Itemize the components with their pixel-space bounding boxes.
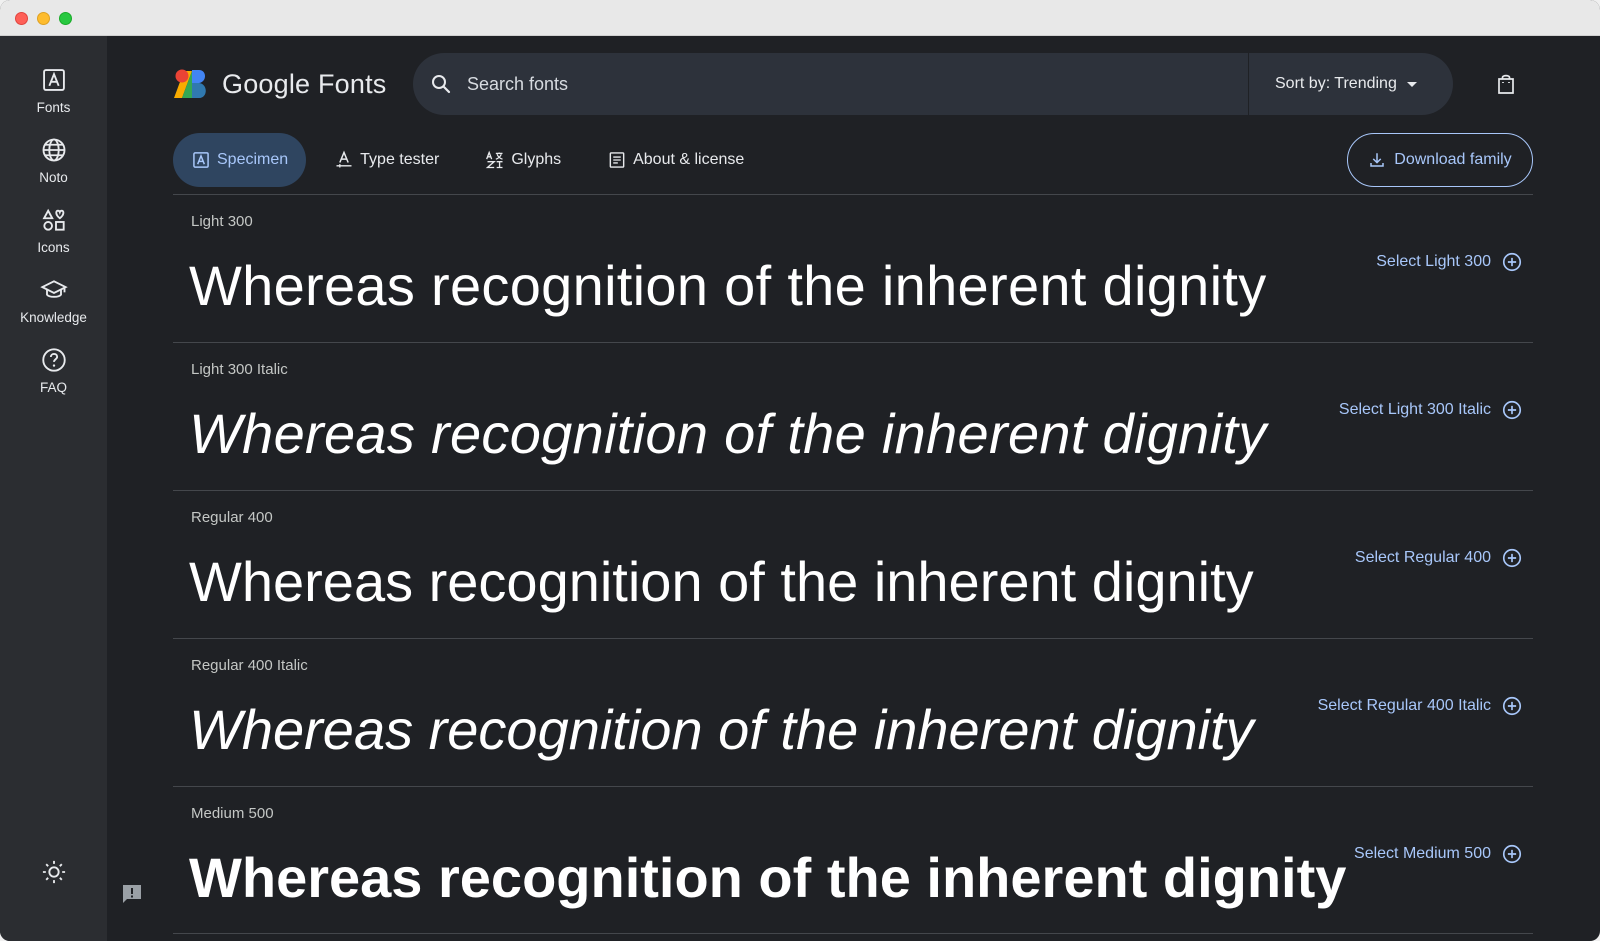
select-style-label: Select Regular 400 bbox=[1354, 549, 1491, 566]
search-icon bbox=[432, 75, 451, 94]
style-row: Light 300 Italic Whereas recognition of … bbox=[173, 342, 1533, 490]
select-style-button[interactable]: Select Medium 500 bbox=[1354, 843, 1523, 865]
select-style-button[interactable]: Select Light 300 Italic bbox=[1339, 399, 1523, 421]
rail-item-label: Fonts bbox=[36, 100, 71, 115]
specimen-text[interactable]: Whereas recognition of the inherent dign… bbox=[189, 845, 1346, 910]
app-window: Fonts Noto Icons Knowledge FAQ Google Fo… bbox=[0, 0, 1600, 941]
select-style-button[interactable]: Select Regular 400 Italic bbox=[1318, 695, 1523, 717]
specimen-text[interactable]: Whereas recognition of the inherent dign… bbox=[189, 401, 1267, 466]
style-name: Regular 400 Italic bbox=[191, 657, 308, 674]
specimen-text[interactable]: Whereas recognition of the inherent dign… bbox=[189, 697, 1254, 762]
close-window-button[interactable] bbox=[15, 12, 28, 25]
rail-item-fonts[interactable]: Fonts bbox=[0, 66, 107, 115]
rail-item-knowledge[interactable]: Knowledge bbox=[0, 276, 107, 325]
select-style-button[interactable]: Select Light 300 bbox=[1376, 251, 1523, 273]
specimen-text[interactable]: Whereas recognition of the inherent dign… bbox=[189, 549, 1254, 614]
school-icon bbox=[39, 280, 68, 298]
style-name: Medium 500 bbox=[191, 805, 274, 822]
minimize-window-button[interactable] bbox=[37, 12, 50, 25]
globe-icon bbox=[42, 138, 65, 162]
style-row: Light 300 Whereas recognition of the inh… bbox=[173, 194, 1533, 342]
tab-specimen[interactable]: Specimen bbox=[173, 133, 307, 187]
tab-about-license[interactable]: About & license bbox=[589, 133, 762, 187]
tab-label: About & license bbox=[633, 151, 745, 168]
font-icon bbox=[193, 152, 209, 168]
tab-glyphs[interactable]: Glyphs bbox=[467, 133, 579, 187]
style-row: Regular 400 Italic Whereas recognition o… bbox=[173, 638, 1533, 786]
download-family-button[interactable]: Download family bbox=[1347, 133, 1533, 187]
search-divider bbox=[1248, 53, 1249, 115]
style-name: Light 300 Italic bbox=[191, 361, 288, 378]
zoom-window-button[interactable] bbox=[59, 12, 72, 25]
style-name: Regular 400 bbox=[191, 509, 273, 526]
tab-label: Glyphs bbox=[511, 151, 562, 168]
nav-rail: Fonts Noto Icons Knowledge FAQ bbox=[0, 36, 107, 941]
rail-item-label: FAQ bbox=[39, 380, 67, 395]
rail-item-noto[interactable]: Noto bbox=[0, 136, 107, 185]
add-circle-icon bbox=[1502, 844, 1522, 864]
feedback-icon[interactable] bbox=[120, 882, 144, 906]
sort-label: Sort by: Trending bbox=[1275, 75, 1397, 92]
style-list: Light 300 Whereas recognition of the inh… bbox=[173, 194, 1533, 934]
dropdown-arrow-icon bbox=[1406, 81, 1417, 87]
select-style-label: Select Medium 500 bbox=[1354, 845, 1491, 862]
sort-dropdown[interactable]: Sort by: Trending bbox=[1275, 53, 1417, 115]
rail-item-label: Icons bbox=[37, 240, 70, 255]
rail-item-label: Knowledge bbox=[20, 310, 87, 325]
add-circle-icon bbox=[1502, 696, 1522, 716]
shopping-bag-icon[interactable] bbox=[1494, 72, 1518, 96]
rail-item-icons[interactable]: Icons bbox=[0, 206, 107, 255]
brand-name: Google Fonts bbox=[222, 68, 387, 99]
select-style-label: Select Light 300 bbox=[1376, 253, 1491, 270]
add-circle-icon bbox=[1502, 548, 1522, 568]
add-circle-icon bbox=[1502, 400, 1522, 420]
list-divider bbox=[173, 933, 1533, 934]
select-style-label: Select Regular 400 Italic bbox=[1317, 697, 1491, 714]
style-row: Medium 500 Whereas recognition of the in… bbox=[173, 786, 1533, 934]
add-circle-icon bbox=[1502, 252, 1522, 272]
google-fonts-logo-icon bbox=[174, 69, 206, 98]
tab-label: Specimen bbox=[217, 151, 289, 168]
specimen-text[interactable]: Whereas recognition of the inherent dign… bbox=[189, 253, 1267, 318]
search-bar: Sort by: Trending bbox=[413, 53, 1453, 115]
tab-type-tester[interactable]: Type tester bbox=[316, 133, 457, 187]
title-bar bbox=[0, 0, 1600, 36]
download-icon bbox=[1370, 153, 1385, 167]
rail-item-label: Noto bbox=[39, 170, 68, 185]
style-row: Regular 400 Whereas recognition of the i… bbox=[173, 490, 1533, 638]
family-tabs: Specimen Type tester Glyphs About & lice… bbox=[173, 133, 772, 187]
text-format-icon bbox=[336, 150, 352, 168]
help-icon bbox=[41, 348, 66, 372]
shapes-icon bbox=[42, 208, 65, 231]
rail-item-faq[interactable]: FAQ bbox=[0, 346, 107, 395]
style-name: Light 300 bbox=[191, 213, 253, 230]
google-fonts-logo[interactable]: Google Fonts bbox=[172, 66, 387, 102]
select-style-button[interactable]: Select Regular 400 bbox=[1355, 547, 1523, 569]
select-style-label: Select Light 300 Italic bbox=[1338, 401, 1491, 418]
search-input[interactable] bbox=[467, 64, 1207, 104]
tab-label: Type tester bbox=[360, 151, 440, 168]
font-icon bbox=[42, 69, 65, 91]
brightness-icon[interactable] bbox=[40, 858, 68, 886]
article-icon bbox=[609, 152, 625, 168]
glyphs-icon bbox=[486, 150, 504, 169]
download-label: Download family bbox=[1394, 151, 1512, 168]
